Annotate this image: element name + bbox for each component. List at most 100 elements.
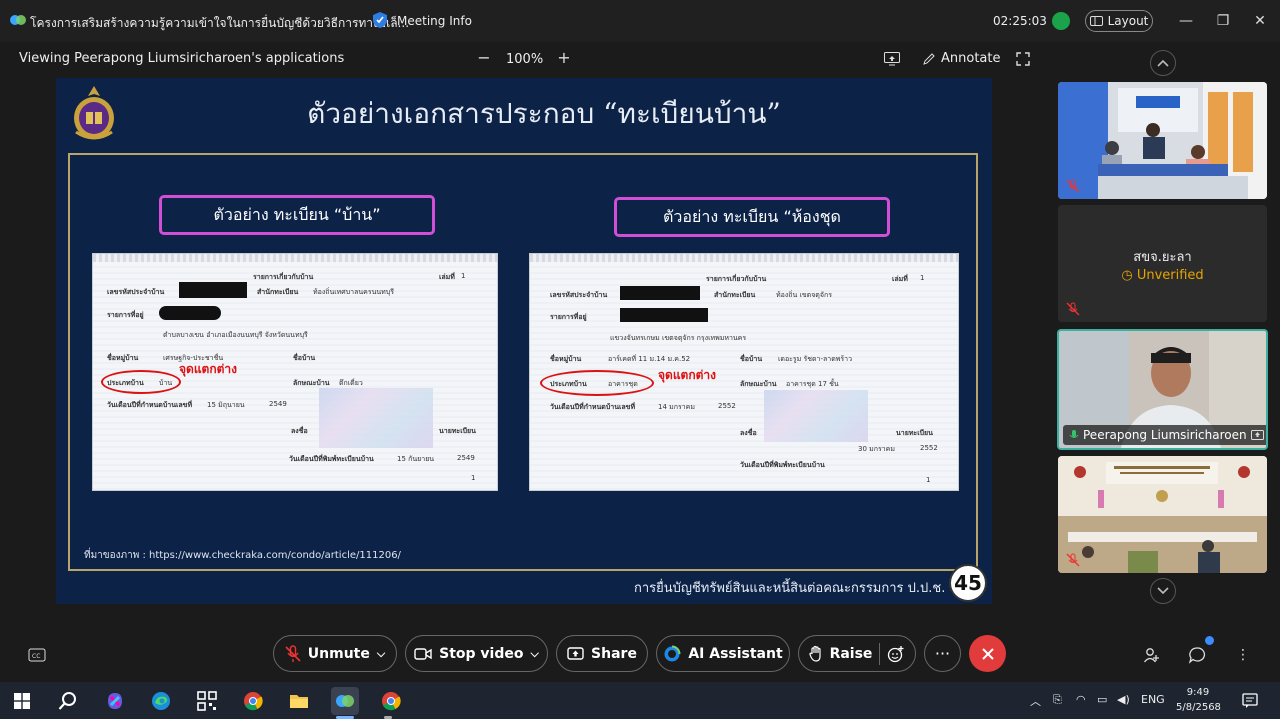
raise-label: Raise — [829, 645, 873, 662]
more-options-button[interactable]: ··· — [924, 635, 961, 672]
doc-footer-no: 1 — [926, 476, 931, 484]
ai-assistant-button[interactable]: AI Assistant — [656, 635, 790, 672]
stop-video-button[interactable]: Stop video ⌵ — [405, 635, 548, 672]
system-clock[interactable]: 9:49 5/8/2568 — [1176, 685, 1221, 715]
ai-assistant-label: AI Assistant — [688, 645, 783, 662]
unmute-label: Unmute — [307, 645, 370, 662]
doc-sign-label: ลงชื่อ — [740, 429, 757, 437]
slide-page-number: 45 — [949, 564, 987, 602]
camera-icon — [414, 647, 432, 660]
zoom-level: 100% — [506, 52, 544, 67]
share-label: Share — [591, 645, 637, 662]
speaker-name: Peerapong Liumsiricharoen — [1083, 428, 1247, 442]
participant-active-speaker[interactable]: Peerapong Liumsiricharoen — [1057, 329, 1268, 450]
volume-icon[interactable]: ◀) — [1117, 693, 1130, 706]
layout-button[interactable]: Layout — [1085, 10, 1153, 32]
sharing-status: Viewing Peerapong Liumsiricharoen's appl… — [19, 51, 345, 66]
doc-print-year: 2549 — [457, 454, 475, 462]
reaction-icon[interactable] — [887, 645, 905, 663]
windows-start-icon[interactable] — [8, 687, 36, 715]
muted-mic-icon — [1066, 553, 1080, 567]
chevron-down-icon[interactable]: ⌵ — [531, 647, 539, 661]
doc-address-label: รายการที่อยู่ — [550, 313, 587, 321]
qr-app-icon[interactable] — [193, 687, 221, 715]
doc-style-label: ลักษณะบ้าน — [740, 380, 777, 388]
chrome-icon[interactable] — [239, 687, 267, 715]
doc-house-name-label: ชื่อบ้าน — [740, 355, 763, 363]
clock-icon: ◷ — [1121, 268, 1133, 283]
layout-icon — [1089, 16, 1103, 26]
meeting-timer: 02:25:03 — [993, 14, 1047, 28]
captions-icon[interactable]: CC — [28, 646, 46, 664]
copilot-icon[interactable] — [101, 687, 129, 715]
close-icon[interactable]: ✕ — [1250, 11, 1270, 31]
doc-date-year: 2549 — [269, 400, 287, 408]
zoom-out-button[interactable]: − — [476, 48, 492, 67]
doc-footer-no: 1 — [471, 474, 476, 482]
input-indicator-icon[interactable]: ⎘ — [1053, 693, 1062, 707]
doc-sign-year: 2552 — [920, 444, 938, 452]
annotate-label: Annotate — [941, 51, 1001, 66]
chrome-icon-2[interactable] — [377, 687, 405, 715]
stop-video-label: Stop video — [439, 645, 524, 662]
leave-meeting-button[interactable] — [969, 635, 1006, 672]
muted-mic-icon — [285, 644, 301, 662]
participants-icon[interactable] — [1143, 646, 1161, 664]
expand-icon[interactable] — [1016, 52, 1030, 66]
zoom-in-button[interactable]: + — [556, 48, 572, 67]
doc-style-value: อาคารชุด 17 ชั้น — [786, 380, 839, 388]
redacted-address-no — [159, 306, 221, 320]
restore-icon[interactable]: ❐ — [1213, 11, 1233, 31]
minimize-icon[interactable]: — — [1176, 11, 1196, 31]
share-button[interactable]: Share — [556, 635, 648, 672]
scroll-up-button[interactable] — [1150, 50, 1176, 76]
document-border — [530, 254, 958, 262]
network-signal-icon[interactable] — [1052, 12, 1070, 30]
file-explorer-icon[interactable] — [285, 687, 313, 715]
doc-village-value: อาร์เคดที่ 11 ม.14 ม.ค.52 — [608, 355, 691, 363]
doc-office-value: ท้องถิ่น เขตจตุจักร — [776, 291, 832, 299]
doc-office-label: สำนักทะเบียน — [714, 291, 756, 299]
annotate-button[interactable]: Annotate — [922, 51, 1000, 66]
unverified-status: ◷ Unverified — [1058, 268, 1267, 283]
title-bar: โครงการเสริมสร้างความรู้ความเข้าใจในการย… — [0, 0, 1280, 42]
search-icon[interactable] — [54, 687, 82, 715]
shield-icon[interactable] — [372, 11, 388, 29]
house-registration-document: รายการเกี่ยวกับบ้าน เล่มที่ 1 เลขรหัสประ… — [92, 253, 498, 491]
edge-icon[interactable] — [147, 687, 175, 715]
hall-video-frame — [1058, 456, 1267, 573]
doc-print-label: วันเดือนปีที่พิมพ์ทะเบียนบ้าน — [740, 461, 825, 469]
meeting-controls: CC Unmute ⌵ Stop video ⌵ Share AI Assist… — [0, 612, 1280, 682]
difference-annotation: จุดแตกต่าง — [179, 362, 238, 376]
doc-date-year: 2552 — [718, 402, 736, 410]
meeting-info-button[interactable]: Meeting Info — [397, 14, 472, 28]
doc-type-value: บ้าน — [159, 379, 173, 387]
webex-taskbar-icon[interactable] — [331, 687, 359, 715]
doc-address-value: ตำบลบางเขน อำเภอเมืองนนทบุรี จังหวัดนนทบ… — [163, 331, 308, 339]
doc-address-label: รายการที่อยู่ — [107, 311, 144, 319]
participant-no-video[interactable]: สขจ.ยะลา ◷ Unverified — [1058, 205, 1267, 322]
raise-hand-button[interactable]: Raise — [798, 635, 916, 672]
language-indicator[interactable]: ENG — [1141, 693, 1165, 706]
doc-registrar-label: นายทะเบียน — [896, 429, 933, 437]
chat-icon[interactable] — [1188, 646, 1206, 664]
more-options-icon[interactable]: ⋮ — [1234, 646, 1252, 664]
chevron-up-icon — [1157, 59, 1169, 67]
wifi-icon[interactable]: ◠ — [1076, 693, 1086, 706]
share-toolbar: Viewing Peerapong Liumsiricharoen's appl… — [0, 42, 1050, 76]
doc-office-label: สำนักทะเบียน — [257, 288, 299, 296]
remote-control-icon[interactable] — [884, 52, 900, 66]
chevron-down-icon[interactable]: ⌵ — [377, 647, 385, 661]
chevron-up-icon[interactable]: ︿ — [1030, 693, 1041, 709]
unmute-button[interactable]: Unmute ⌵ — [273, 635, 397, 672]
document-border — [93, 254, 497, 262]
battery-icon[interactable]: ▭ — [1097, 693, 1107, 706]
doc-sign-date: 30 มกราคม — [858, 445, 895, 453]
notification-icon[interactable] — [1236, 687, 1264, 715]
scroll-down-button[interactable] — [1150, 578, 1176, 604]
svg-text:CC: CC — [32, 653, 40, 660]
slide-title: ตัวอย่างเอกสารประกอบ “ทะเบียนบ้าน” — [307, 97, 781, 130]
participant-video-hall[interactable] — [1058, 456, 1267, 573]
participant-video-room[interactable] — [1058, 82, 1267, 199]
doc-registrar-label: นายทะเบียน — [439, 427, 476, 435]
